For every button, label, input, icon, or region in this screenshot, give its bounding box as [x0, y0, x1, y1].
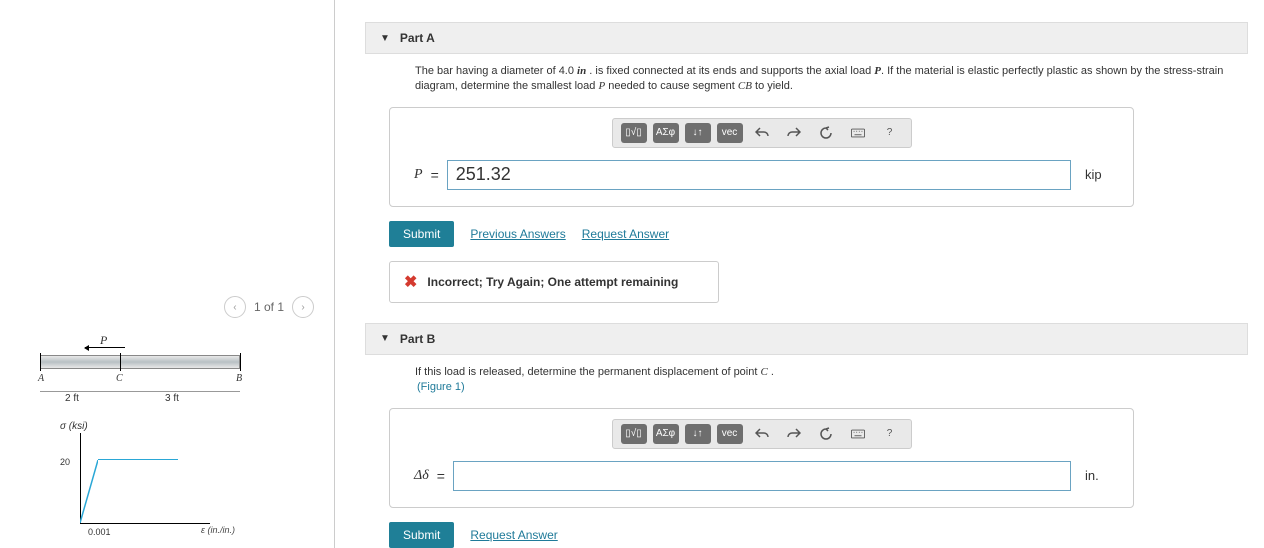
chart-ytick-20: 20	[60, 457, 70, 467]
undo-button[interactable]	[749, 424, 775, 444]
subscript-button[interactable]: ↓↑	[685, 123, 711, 143]
support-A-tick	[40, 353, 41, 371]
load-P-label: P	[100, 333, 107, 348]
load-arrow-icon	[85, 347, 125, 348]
part-b-var-label: Δδ	[414, 468, 429, 484]
dim-1: 2 ft	[65, 393, 79, 404]
part-a-header[interactable]: ▼ Part A	[365, 22, 1248, 54]
equals-sign: =	[431, 167, 439, 183]
vector-button[interactable]: vec	[717, 123, 743, 143]
pager-prev-button[interactable]: ‹	[224, 296, 246, 318]
chart-xaxis	[80, 523, 210, 524]
part-a-submit-button[interactable]: Submit	[389, 221, 454, 247]
help-button[interactable]: ?	[877, 424, 903, 444]
templates-button[interactable]: ▯√▯	[621, 123, 647, 143]
part-a-unit: kip	[1079, 167, 1109, 182]
label-A: A	[38, 373, 44, 384]
chart-plastic-segment	[98, 459, 178, 460]
part-a-request-answer-link[interactable]: Request Answer	[582, 227, 669, 241]
part-a-prompt: The bar having a diameter of 4.0 in . is…	[365, 54, 1248, 101]
bar-diagram: P A C B 2 ft 3 ft	[40, 335, 240, 405]
greek-button[interactable]: ΑΣφ	[653, 123, 679, 143]
part-b-submit-button[interactable]: Submit	[389, 522, 454, 548]
redo-button[interactable]	[781, 123, 807, 143]
part-b-request-answer-link[interactable]: Request Answer	[470, 528, 557, 542]
figure-1-link[interactable]: (Figure 1)	[415, 381, 465, 393]
subscript-button[interactable]: ↓↑	[685, 424, 711, 444]
keyboard-button[interactable]	[845, 123, 871, 143]
part-a-answer-input[interactable]	[447, 160, 1071, 190]
part-a-feedback: ✖ Incorrect; Try Again; One attempt rema…	[389, 261, 719, 303]
dim-line-1	[40, 391, 120, 392]
chart-elastic-segment	[80, 460, 98, 523]
help-button[interactable]: ?	[877, 123, 903, 143]
chart-xtick-0001: 0.001	[88, 527, 111, 537]
label-C: C	[116, 373, 123, 384]
part-b-answer-input[interactable]	[453, 461, 1071, 491]
incorrect-icon: ✖	[404, 272, 417, 292]
equals-sign: =	[437, 468, 445, 484]
part-a-var-label: P	[414, 167, 423, 183]
pager-label: 1 of 1	[254, 300, 284, 314]
templates-button[interactable]: ▯√▯	[621, 424, 647, 444]
keyboard-button[interactable]	[845, 424, 871, 444]
support-B-tick	[240, 353, 241, 371]
undo-button[interactable]	[749, 123, 775, 143]
equation-toolbar: ▯√▯ ΑΣφ ↓↑ vec ?	[612, 118, 912, 148]
dim-2: 3 ft	[165, 393, 179, 404]
redo-button[interactable]	[781, 424, 807, 444]
label-B: B	[236, 373, 242, 384]
part-b-prompt: If this load is released, determine the …	[365, 355, 1248, 402]
reset-button[interactable]	[813, 424, 839, 444]
part-b-answer-box: ▯√▯ ΑΣφ ↓↑ vec ? Δδ = in.	[389, 408, 1134, 508]
equation-toolbar-b: ▯√▯ ΑΣφ ↓↑ vec ?	[612, 419, 912, 449]
dim-line-2	[120, 391, 240, 392]
caret-down-icon: ▼	[380, 333, 390, 344]
part-a-feedback-text: Incorrect; Try Again; One attempt remain…	[427, 275, 678, 289]
part-b-title: Part B	[400, 332, 435, 346]
pager-next-button[interactable]: ›	[292, 296, 314, 318]
greek-button[interactable]: ΑΣφ	[653, 424, 679, 444]
part-b-header[interactable]: ▼ Part B	[365, 323, 1248, 355]
vector-button[interactable]: vec	[717, 424, 743, 444]
figure-pager: ‹ 1 of 1 ›	[224, 296, 314, 318]
part-a-previous-answers-link[interactable]: Previous Answers	[470, 227, 565, 241]
part-a-answer-box: ▯√▯ ΑΣφ ↓↑ vec ? P = kip	[389, 107, 1134, 207]
caret-down-icon: ▼	[380, 33, 390, 44]
bar-body	[40, 355, 240, 369]
reset-button[interactable]	[813, 123, 839, 143]
point-C-tick	[120, 353, 121, 371]
part-b-unit: in.	[1079, 468, 1109, 483]
stress-strain-chart: σ (ksi) ε (in./in.) 20 0.001	[50, 425, 230, 545]
chart-xlabel: ε (in./in.)	[201, 525, 235, 535]
part-a-title: Part A	[400, 31, 435, 45]
chart-ylabel: σ (ksi)	[60, 421, 88, 432]
